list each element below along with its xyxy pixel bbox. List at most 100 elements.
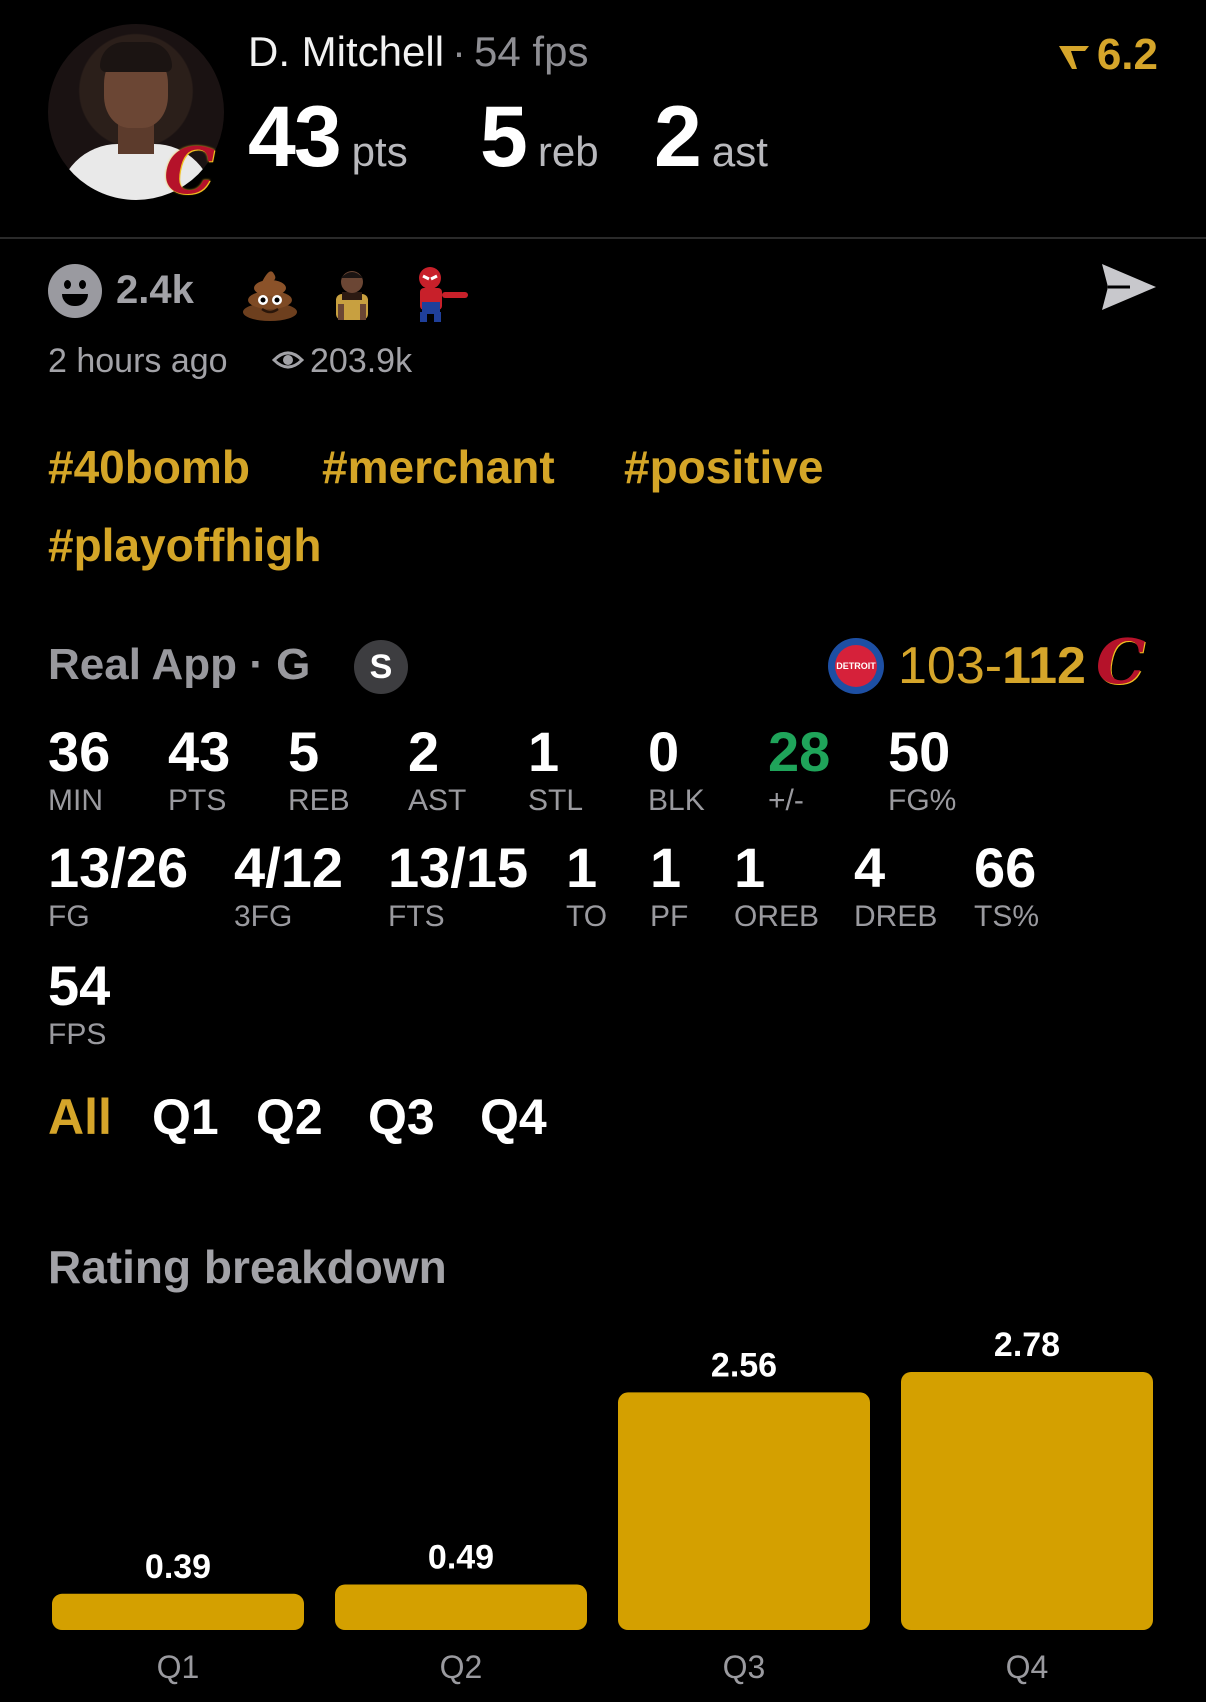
- hashtag-positive[interactable]: #positive: [624, 440, 823, 494]
- stat-value: 0: [648, 720, 680, 783]
- score-home: 112: [1002, 637, 1086, 695]
- headline-stat-unit: pts: [351, 128, 408, 175]
- stat-label: DREB: [854, 900, 938, 933]
- bar-q1[interactable]: [52, 1593, 304, 1630]
- cavaliers-logo-icon: C: [164, 134, 215, 209]
- x-tick-label: Q2: [440, 1649, 483, 1685]
- stat-value: 36: [48, 720, 111, 783]
- cavaliers-logo-icon: C: [1096, 625, 1146, 698]
- share-send-icon[interactable]: [1100, 262, 1158, 317]
- stat-ts-pct: 66 TS%: [974, 838, 1039, 934]
- score-away: 103-: [898, 637, 1003, 695]
- tab-q1[interactable]: Q1: [152, 1088, 219, 1146]
- stat-label: TO: [566, 900, 608, 933]
- stat-value: 13/15: [388, 836, 529, 899]
- stat-value: 50: [888, 720, 951, 783]
- source-label: Real App · G: [48, 640, 311, 689]
- stat-fg: 13/26 FG: [48, 838, 188, 934]
- reaction-count[interactable]: 2.4k: [116, 268, 194, 313]
- stat-label: AST: [408, 784, 467, 817]
- stat-label: TS%: [974, 900, 1040, 933]
- headline-stat-unit: ast: [711, 128, 768, 175]
- avatar-hair: [100, 42, 172, 72]
- x-tick-label: Q1: [157, 1649, 200, 1685]
- pistons-logo-icon: DETROIT: [828, 638, 884, 694]
- header-divider: [0, 237, 1206, 239]
- s-badge[interactable]: S: [354, 640, 408, 694]
- bar-q2[interactable]: [335, 1584, 587, 1630]
- stat-3fg: 4/12 3FG: [234, 838, 343, 934]
- stat-label: PTS: [168, 784, 227, 817]
- smiley-eye: [64, 280, 71, 289]
- smiley-reaction-icon[interactable]: [48, 264, 102, 318]
- stat-label: 3FG: [234, 900, 293, 933]
- stat-blk: 0 BLK: [648, 722, 705, 818]
- bar-value-label: 0.39: [145, 1548, 211, 1586]
- x-tick-label: Q4: [1006, 1649, 1049, 1685]
- hashtag-playoffhigh[interactable]: #playoffhigh: [48, 518, 321, 572]
- stat-pts: 43 PTS: [168, 722, 230, 818]
- smiley-mouth: [62, 294, 88, 306]
- stat-fg-pct: 50 FG%: [888, 722, 956, 818]
- headline-stat-unit: reb: [537, 128, 599, 175]
- player-name[interactable]: D. Mitchell: [248, 28, 444, 75]
- stat-value: 1: [566, 836, 598, 899]
- rating-breakdown-title: Rating breakdown: [48, 1241, 447, 1293]
- stat-label: REB: [288, 784, 350, 817]
- tab-q4[interactable]: Q4: [480, 1088, 547, 1146]
- rating-icon: [1058, 46, 1089, 70]
- x-tick-label: Q3: [723, 1649, 766, 1685]
- player-rating[interactable]: 6.2: [1057, 30, 1158, 80]
- view-count: 203.9k: [310, 342, 413, 380]
- rating-value: 6.2: [1096, 30, 1158, 79]
- stat-fps: 54 FPS: [48, 956, 110, 1052]
- bar-q3[interactable]: [618, 1392, 870, 1630]
- tab-q2[interactable]: Q2: [256, 1088, 323, 1146]
- stat-stl: 1 STL: [528, 722, 583, 818]
- smiley-eye: [79, 280, 86, 289]
- player-fps: 54 fps: [474, 28, 589, 75]
- hashtag-40bomb[interactable]: #40bomb: [48, 440, 250, 494]
- stat-value: 43: [168, 720, 231, 783]
- stat-reb: 5 REB: [288, 722, 350, 818]
- player-name-line: D. Mitchell · 54 fps: [248, 28, 588, 76]
- stat-value: 1: [528, 720, 560, 783]
- separator-dot: ·: [452, 28, 467, 75]
- stat-label: FG: [48, 900, 90, 933]
- stat-oreb: 1 OREB: [734, 838, 819, 934]
- stat-value: 28: [768, 720, 831, 783]
- stat-to: 1 TO: [566, 838, 607, 934]
- hashtag-merchant[interactable]: #merchant: [322, 440, 555, 494]
- stat-min: 36 MIN: [48, 722, 110, 818]
- game-score[interactable]: 103-112: [898, 636, 1086, 696]
- bar-q4[interactable]: [901, 1372, 1153, 1630]
- headline-stat-points: 43 pts: [248, 88, 408, 187]
- stat-label: MIN: [48, 784, 103, 817]
- stat-dreb: 4 DREB: [854, 838, 937, 934]
- bar-value-label: 2.78: [994, 1326, 1060, 1364]
- tab-all[interactable]: All: [48, 1088, 112, 1146]
- stat-label: OREB: [734, 900, 820, 933]
- bar-value-label: 0.49: [428, 1539, 494, 1577]
- player-sticker-icon[interactable]: [322, 262, 382, 322]
- stat-value: 5: [288, 720, 320, 783]
- headline-stat-rebounds: 5 reb: [480, 88, 599, 187]
- bar-value-label: 2.56: [711, 1346, 777, 1384]
- stat-label: +/-: [768, 784, 804, 817]
- stat-label: FTS: [388, 900, 445, 933]
- eye-icon: [271, 348, 305, 377]
- spiderman-pointing-sticker-icon[interactable]: [408, 262, 468, 322]
- headline-stat-value: 43: [248, 89, 342, 185]
- stat-value: 54: [48, 954, 111, 1017]
- stat-value: 13/26: [48, 836, 189, 899]
- stat-value: 1: [650, 836, 682, 899]
- tab-q3[interactable]: Q3: [368, 1088, 435, 1146]
- stat-plus-minus: 28 +/-: [768, 722, 830, 818]
- headline-stat-value: 2: [654, 89, 702, 185]
- rating-breakdown-chart: 0.39 Q1 0.49 Q2 2.56 Q3 2.78 Q4: [52, 1326, 1153, 1685]
- stat-label: STL: [528, 784, 584, 817]
- stat-pf: 1 PF: [650, 838, 688, 934]
- stat-value: 4/12: [234, 836, 343, 899]
- poop-emoji-icon[interactable]: [240, 262, 300, 322]
- stat-value: 4: [854, 836, 886, 899]
